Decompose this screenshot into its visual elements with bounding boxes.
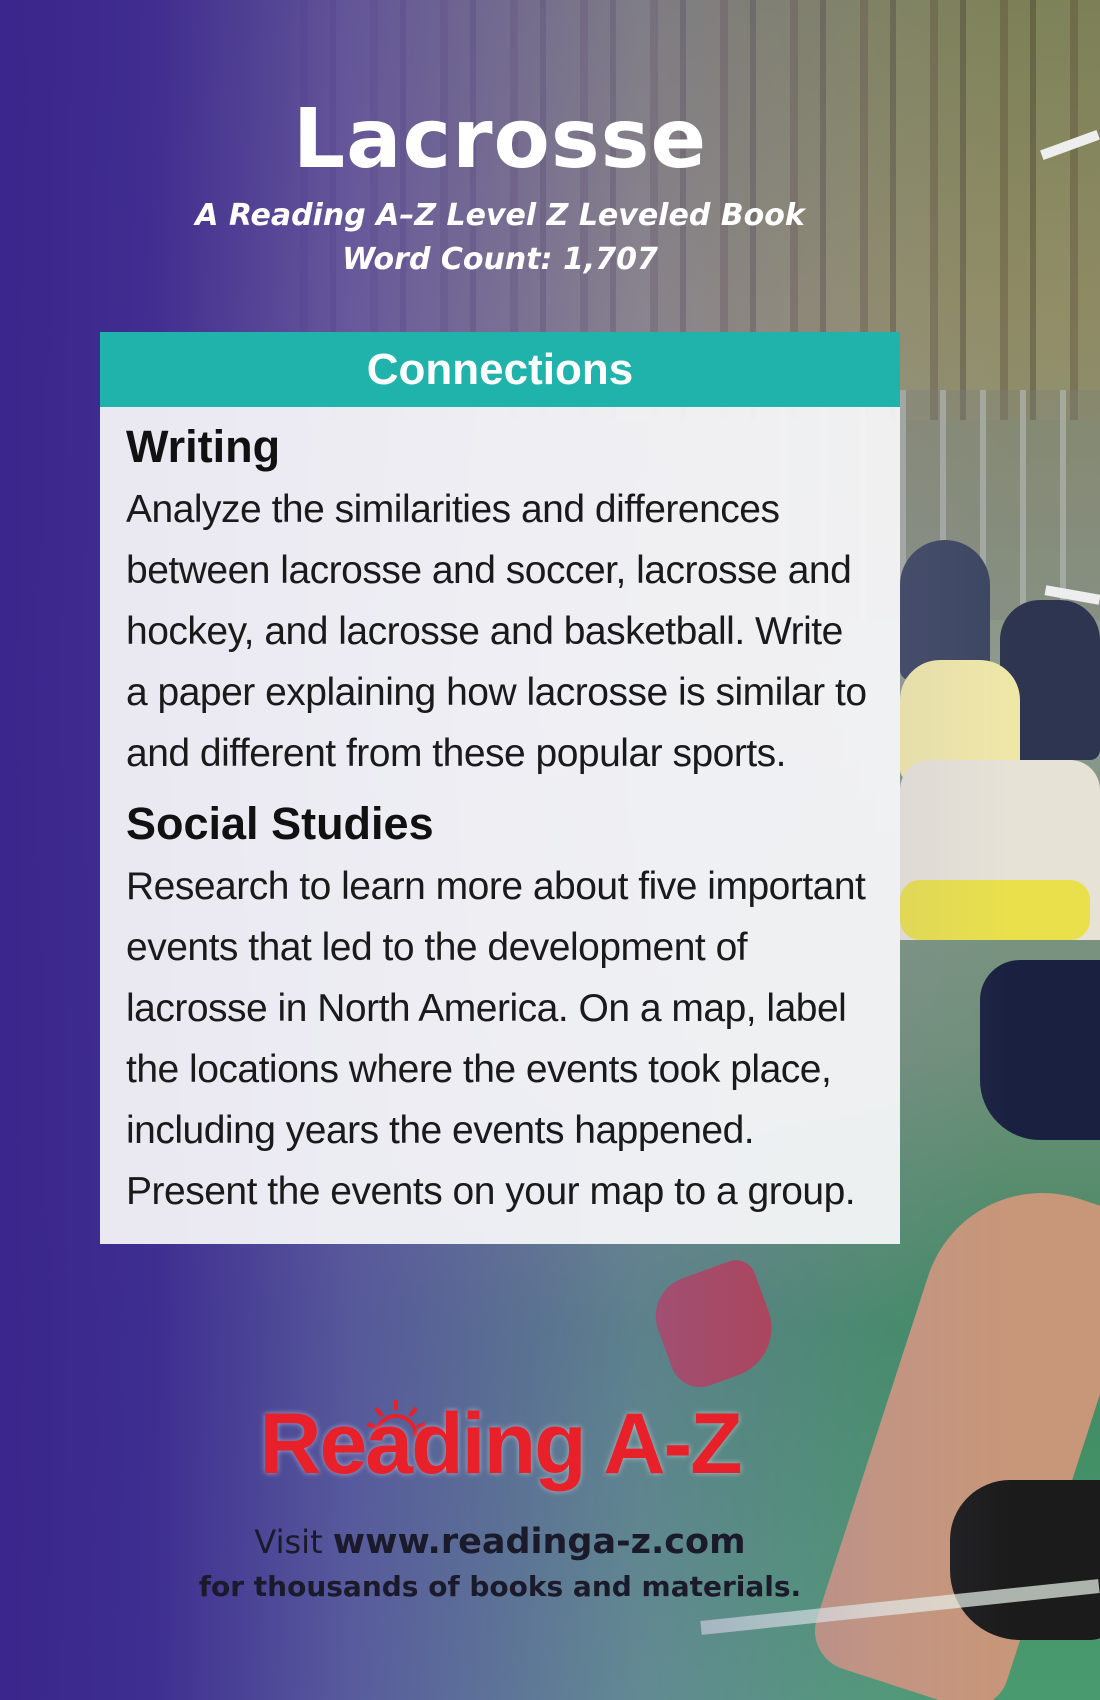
word-count: Word Count: 1,707 — [342, 242, 658, 277]
section-body: Analyze the similarities and differences… — [126, 488, 867, 775]
connections-card: Connections Writing Analyze the similari… — [100, 332, 900, 1244]
book-subtitle: A Reading A–Z Level Z Leveled Book — [195, 198, 805, 233]
section-heading: Social Studies — [126, 798, 434, 849]
social-studies-section: Social Studies Research to learn more ab… — [100, 798, 900, 1222]
visit-prefix: Visit — [254, 1523, 323, 1561]
reading-az-logo: Reading A-Z — [259, 1396, 742, 1492]
section-body: Research to learn more about five import… — [126, 865, 866, 1213]
connections-header: Connections — [100, 332, 900, 407]
logo-wrap: Reading A-Z — [0, 1395, 1000, 1494]
writing-section: Writing Analyze the similarities and dif… — [100, 421, 900, 784]
tagline: for thousands of books and materials. — [198, 1570, 802, 1603]
book-title: Lacrosse — [292, 92, 708, 187]
website-link[interactable]: www.readinga-z.com — [333, 1522, 746, 1562]
section-heading: Writing — [126, 421, 281, 472]
visit-line: Visit www.readinga-z.com — [0, 1522, 1000, 1562]
